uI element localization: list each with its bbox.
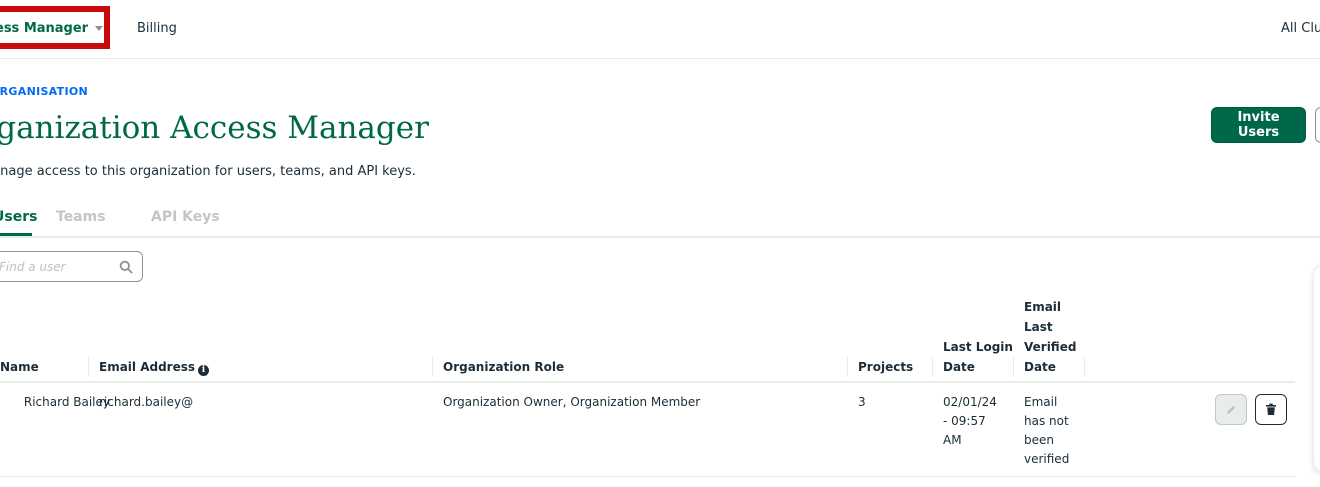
column-divider [1084,357,1085,377]
column-header-email-verified[interactable]: Email Last Verified Date [1024,297,1079,377]
delete-user-button[interactable] [1255,394,1287,425]
table-header-divider [0,381,1295,383]
highlight-annotation [0,6,110,49]
row-divider [0,476,1295,477]
more-button[interactable] [1315,107,1320,143]
top-nav: ess Manager Billing All Clu [0,0,1320,59]
column-header-name[interactable]: Name [0,357,39,377]
edit-user-button[interactable] [1215,394,1247,425]
cell-projects: 3 [858,395,866,409]
column-header-email-label: Email Address [99,360,196,374]
column-header-projects[interactable]: Projects [858,357,913,377]
column-divider [847,357,848,377]
tab-users[interactable]: Users [0,209,37,225]
pencil-icon [1227,405,1235,414]
tab-bar: Users Teams API Keys [0,206,1320,238]
active-tab-indicator [0,233,32,236]
side-panel [1313,265,1320,472]
cell-role: Organization Owner, Organization Member [443,395,701,409]
column-divider [1013,357,1014,377]
cell-email-verified: Email has not been verified [1024,395,1070,466]
column-divider [432,357,433,377]
cell-name: Richard Bailey [23,395,110,409]
nav-billing[interactable]: Billing [137,21,177,36]
cell-email: richard.bailey@ [99,395,194,409]
nav-all-clusters[interactable]: All Clu [1281,21,1320,36]
org-label: ORGANISATION [0,85,88,98]
column-header-role[interactable]: Organization Role [443,357,564,377]
column-header-email[interactable]: Email Address i [99,357,210,377]
column-divider [88,357,89,377]
column-divider [932,357,933,377]
cell-last-login: 02/01/24 - 09:57 AM [943,395,997,447]
trash-icon [1266,403,1276,415]
search-input[interactable]: Find a user [0,251,143,282]
search-icon [119,260,133,274]
tab-teams[interactable]: Teams [56,209,106,225]
column-header-last-login[interactable]: Last Login Date [943,337,1013,377]
tab-api-keys[interactable]: API Keys [151,209,220,225]
search-placeholder: Find a user [0,260,66,274]
page-description: Manage access to this organization for u… [0,164,416,179]
invite-users-button[interactable]: Invite Users [1211,107,1306,143]
info-icon[interactable]: i [198,365,210,376]
page-title: Organization Access Manager [0,110,429,146]
